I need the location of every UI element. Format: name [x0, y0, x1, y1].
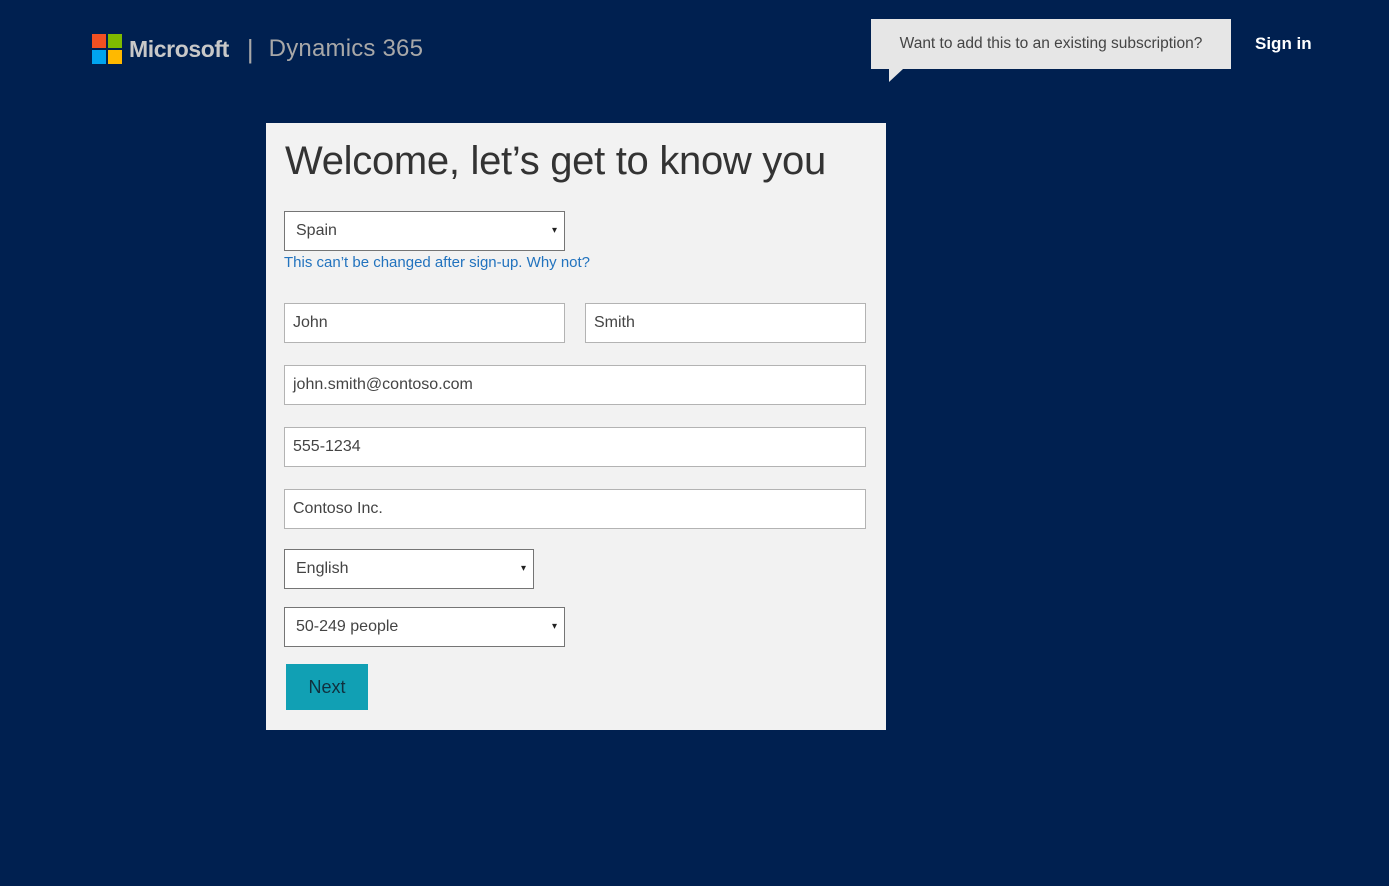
country-select-value: Spain: [296, 222, 337, 239]
company-value: Contoso Inc.: [293, 500, 383, 517]
brand-header: Microsoft | Dynamics 365: [92, 33, 423, 65]
chevron-down-icon: ▾: [551, 225, 557, 236]
chevron-down-icon: ▾: [551, 621, 557, 632]
tooltip-tail: [889, 69, 903, 82]
product-name: Dynamics 365: [268, 35, 424, 62]
last-name-value: Smith: [594, 314, 635, 331]
company-size-select-value: 50-249 people: [296, 618, 399, 635]
company-field[interactable]: Contoso Inc.: [284, 489, 866, 529]
phone-field[interactable]: 555-1234: [284, 427, 866, 467]
sign-in-link[interactable]: Sign in: [1255, 34, 1312, 54]
country-hint-text: This can’t be changed after sign-up.: [284, 254, 523, 271]
email-value: john.smith@contoso.com: [293, 376, 473, 393]
phone-value: 555-1234: [293, 438, 361, 455]
signup-form-card: Welcome, let’s get to know you Spain ▾ T…: [266, 123, 886, 730]
country-select[interactable]: Spain ▾: [284, 211, 565, 251]
brand-name: Microsoft: [129, 35, 229, 62]
page-title: Welcome, let’s get to know you: [285, 139, 826, 183]
company-size-select[interactable]: 50-249 people ▾: [284, 607, 565, 647]
brand-separator: |: [246, 33, 254, 64]
language-select-value: English: [296, 560, 349, 577]
why-not-link[interactable]: Why not?: [527, 254, 590, 271]
next-button[interactable]: Next: [286, 664, 368, 710]
language-select[interactable]: English ▾: [284, 549, 534, 589]
chevron-down-icon: ▾: [520, 563, 526, 574]
last-name-field[interactable]: Smith: [585, 303, 866, 343]
country-hint: This can’t be changed after sign-up. Why…: [284, 254, 590, 271]
email-field[interactable]: john.smith@contoso.com: [284, 365, 866, 405]
microsoft-logo-icon: [92, 34, 122, 64]
first-name-value: John: [293, 314, 328, 331]
existing-subscription-tooltip[interactable]: Want to add this to an existing subscrip…: [871, 19, 1231, 69]
first-name-field[interactable]: John: [284, 303, 565, 343]
